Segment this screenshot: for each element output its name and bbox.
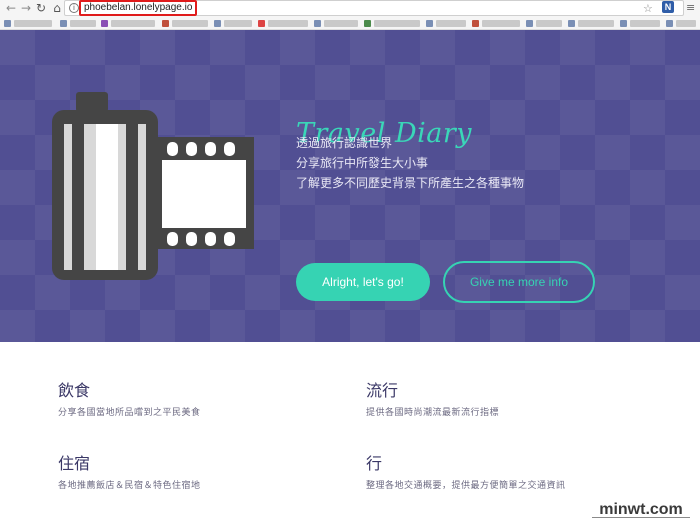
feature-title-stay: 住宿 xyxy=(58,454,91,473)
background-tile xyxy=(350,310,385,342)
feature-desc-food: 分享各國當地所品嚐到之平民美食 xyxy=(58,408,201,418)
info-icon[interactable]: i xyxy=(69,3,79,13)
background-tile xyxy=(490,310,525,342)
minwt-watermark-logo: minwt.com xyxy=(592,501,690,518)
background-tile xyxy=(560,170,595,205)
background-tile xyxy=(70,30,105,65)
background-tile xyxy=(630,30,665,65)
background-tile xyxy=(0,240,35,275)
feature-title-food: 飲食 xyxy=(58,381,91,400)
background-tile xyxy=(455,205,490,240)
background-tile xyxy=(630,100,665,135)
background-tile xyxy=(595,275,630,310)
background-tile xyxy=(0,30,35,65)
background-tile xyxy=(140,310,175,342)
address-bar[interactable]: i phoebelan.lonelypage.io ☆ xyxy=(64,0,684,16)
background-tile xyxy=(315,65,350,100)
menu-icon[interactable]: ≡ xyxy=(686,1,695,14)
feature-desc-fashion: 提供各國時尚潮流最新流行指標 xyxy=(366,408,500,418)
svg-text:minwt.com: minwt.com xyxy=(599,501,683,518)
background-tile xyxy=(525,205,560,240)
background-tile xyxy=(490,100,525,135)
feature-title-transport: 行 xyxy=(366,454,383,473)
browser-toolbar: ← → ↻ ⌂ i phoebelan.lonelypage.io ☆ N ≡ xyxy=(0,0,700,30)
background-tile xyxy=(560,310,595,342)
hero-line-3: 了解更多不同歷史背景下所產生之各種事物 xyxy=(296,176,525,190)
hero-line-1: 透過旅行認識世界 xyxy=(296,136,393,150)
background-tile xyxy=(420,310,455,342)
feature-title-fashion: 流行 xyxy=(366,381,399,400)
background-tile xyxy=(665,205,700,240)
extension-icon[interactable]: N xyxy=(662,1,674,13)
background-tile xyxy=(595,135,630,170)
background-tile xyxy=(385,65,420,100)
background-tile xyxy=(595,205,630,240)
lets-go-button[interactable]: Alright, let's go! xyxy=(296,263,430,301)
background-tile xyxy=(210,30,245,65)
background-tile xyxy=(630,310,665,342)
background-tile xyxy=(525,135,560,170)
film-roll-icon xyxy=(52,92,254,280)
background-tile xyxy=(525,65,560,100)
background-tile xyxy=(280,310,315,342)
url-text[interactable]: phoebelan.lonelypage.io xyxy=(79,0,198,16)
hero-line-2: 分享旅行中所發生大小事 xyxy=(296,156,429,170)
background-tile xyxy=(665,65,700,100)
background-tile xyxy=(665,275,700,310)
more-info-button[interactable]: Give me more info xyxy=(443,261,595,303)
background-tile xyxy=(560,100,595,135)
hero-section: Travel Diary 透過旅行認識世界 分享旅行中所發生大小事 了解更多不同… xyxy=(0,30,700,342)
reload-icon[interactable]: ↻ xyxy=(34,1,48,15)
background-tile xyxy=(70,310,105,342)
background-tile xyxy=(595,65,630,100)
background-tile xyxy=(210,310,245,342)
background-tile xyxy=(490,30,525,65)
back-arrow-icon[interactable]: ← xyxy=(4,1,18,15)
background-tile xyxy=(0,100,35,135)
background-tile xyxy=(0,170,35,205)
background-tile xyxy=(315,205,350,240)
background-tile xyxy=(630,170,665,205)
background-tile xyxy=(420,30,455,65)
background-tile xyxy=(140,30,175,65)
background-tile xyxy=(280,30,315,65)
home-icon[interactable]: ⌂ xyxy=(50,1,64,15)
feature-desc-stay: 各地推薦飯店＆民宿＆特色住宿地 xyxy=(58,481,201,491)
bookmark-star-icon[interactable]: ☆ xyxy=(643,2,653,15)
background-tile xyxy=(350,30,385,65)
feature-desc-transport: 整理各地交通概要，提供最方便簡單之交通資訊 xyxy=(366,481,566,491)
background-tile xyxy=(665,135,700,170)
bookmarks-bar xyxy=(0,17,700,30)
forward-arrow-icon[interactable]: → xyxy=(19,1,33,15)
background-tile xyxy=(560,30,595,65)
background-tile xyxy=(385,205,420,240)
background-tile xyxy=(0,310,35,342)
background-tile xyxy=(455,65,490,100)
background-tile xyxy=(630,240,665,275)
